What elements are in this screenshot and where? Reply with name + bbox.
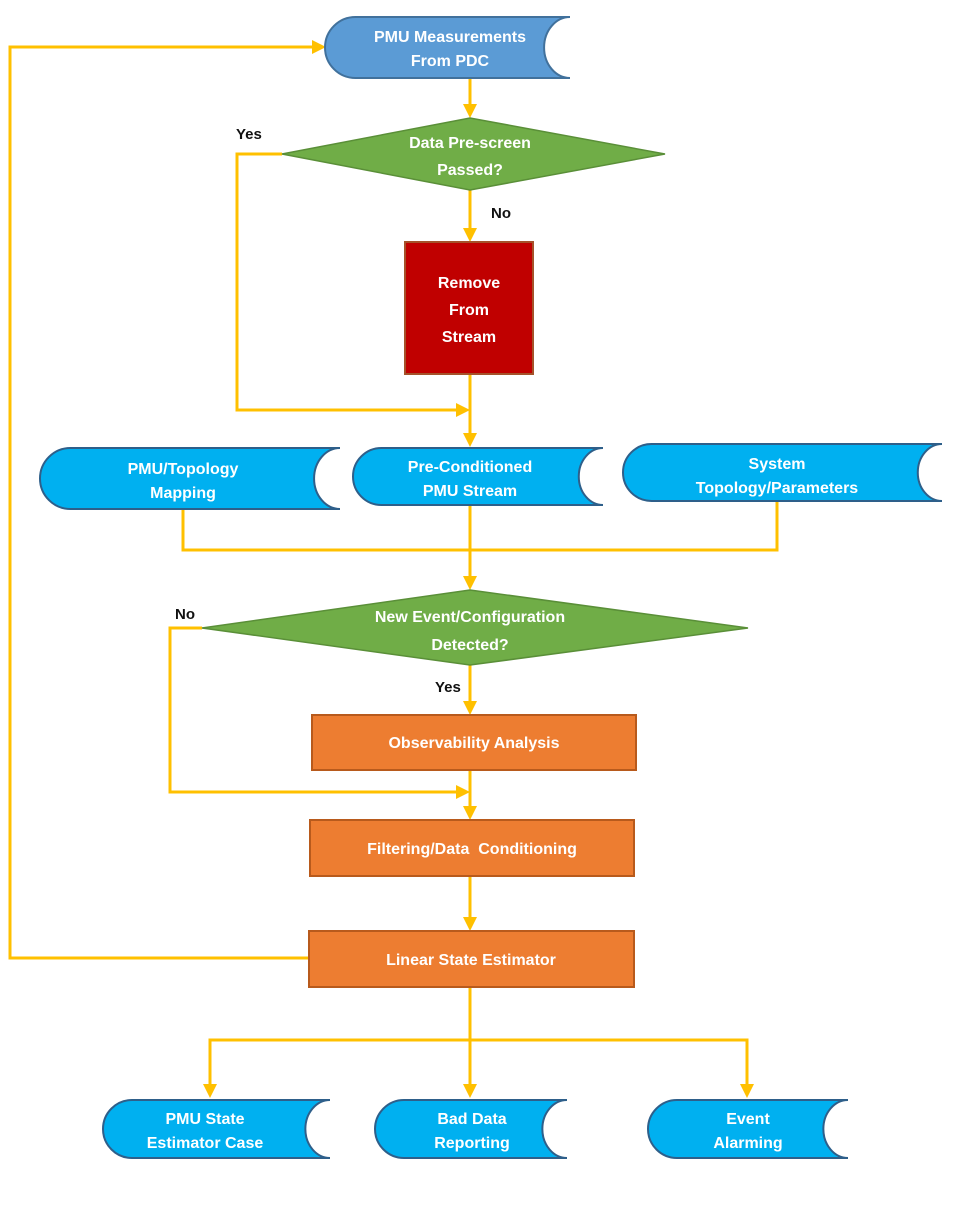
arrowhead <box>463 806 477 820</box>
node-label: Detected? <box>431 637 508 654</box>
pmu-measurements-node: PMU Measurements From PDC <box>324 16 571 79</box>
node-label: Remove <box>438 275 500 292</box>
bad-data-reporting-node: Bad Data Reporting <box>374 1099 568 1159</box>
node-label: PMU Measurements <box>374 29 526 46</box>
flowchart: Yes No No Yes PMU Measurements From PDC … <box>8 16 943 1159</box>
node-label: Stream <box>442 329 496 346</box>
node-label: Pre-Conditioned <box>408 459 532 476</box>
node-label: Passed? <box>437 162 503 179</box>
event-yes-label: Yes <box>435 679 461 696</box>
preconditioned-stream-node: Pre-Conditioned PMU Stream <box>352 447 604 506</box>
event-no-label: No <box>175 606 195 623</box>
node-label: Mapping <box>150 485 216 502</box>
arrowhead <box>463 917 477 931</box>
filtering-node: Filtering/Data Conditioning <box>309 819 635 877</box>
arrowhead <box>463 1084 477 1098</box>
prescreen-yes-label: Yes <box>236 126 262 143</box>
node-label: Reporting <box>434 1135 510 1152</box>
observability-analysis-node: Observability Analysis <box>311 714 637 771</box>
node-label: Linear State Estimator <box>386 952 556 969</box>
node-label: From <box>449 302 489 319</box>
topology-mapping-node: PMU/Topology Mapping <box>39 447 341 510</box>
arrowhead <box>740 1084 754 1098</box>
merge-connector <box>181 500 779 578</box>
node-label: Estimator Case <box>147 1135 264 1152</box>
remove-from-stream-node: Remove From Stream <box>404 241 534 375</box>
arrowhead <box>463 228 477 242</box>
arrowhead <box>463 433 477 447</box>
arrowhead <box>312 40 326 54</box>
arrowhead <box>456 403 470 417</box>
split-connector <box>208 987 749 1086</box>
node-label: Alarming <box>713 1135 782 1152</box>
node-label: PMU State <box>165 1111 244 1128</box>
se-case-node: PMU State Estimator Case <box>102 1099 331 1159</box>
node-label: New Event/Configuration <box>375 609 565 626</box>
linear-state-estimator-node: Linear State Estimator <box>308 930 635 988</box>
node-label: System <box>749 456 806 473</box>
arrowhead <box>456 785 470 799</box>
arrowhead <box>203 1084 217 1098</box>
prescreen-no-label: No <box>491 205 511 222</box>
node-label: Filtering/Data Conditioning <box>367 841 577 858</box>
event-detected-decision: New Event/Configuration Detected? <box>201 589 749 666</box>
node-label: Topology/Parameters <box>696 480 859 497</box>
arrowhead <box>463 104 477 118</box>
node-label: Observability Analysis <box>388 735 559 752</box>
node-label: From PDC <box>411 53 490 70</box>
arrowhead <box>463 576 477 590</box>
event-alarming-node: Event Alarming <box>647 1099 849 1159</box>
node-label: Bad Data <box>437 1111 506 1128</box>
prescreen-decision: Data Pre-screen Passed? <box>281 117 666 191</box>
arrowhead <box>463 701 477 715</box>
node-label: PMU/Topology <box>128 461 239 478</box>
node-label: Data Pre-screen <box>409 135 531 152</box>
node-label: PMU Stream <box>423 483 517 500</box>
system-topology-node: System Topology/Parameters <box>622 443 943 502</box>
node-label: Event <box>726 1111 770 1128</box>
